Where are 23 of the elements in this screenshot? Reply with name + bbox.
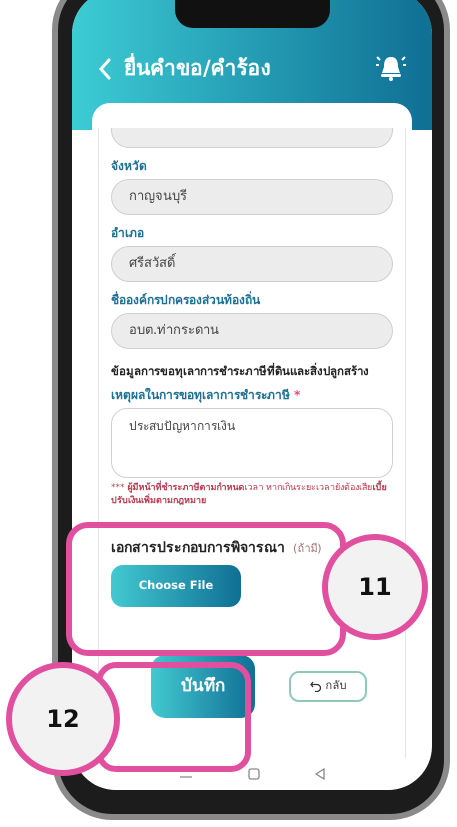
undo-arrow-icon [310, 681, 322, 692]
input-field[interactable]: กาญจนบุรี [111, 179, 393, 215]
back-button[interactable]: กลับ [289, 671, 367, 702]
input-field[interactable] [111, 128, 393, 148]
input-field[interactable]: อบต.ท่ากระดาน [111, 313, 393, 349]
back-nav-icon[interactable] [314, 768, 325, 780]
documents-label: เอกสารประกอบการพิจารณา [111, 539, 285, 558]
field-label: จังหวัด [111, 158, 148, 175]
choose-file-button[interactable]: Choose File [111, 565, 241, 607]
warning-note: *** ผู้มีหน้าที่ชำระภาษีตามกำหนดเวลา หากเกินระยะเวลายังต้องเสียเบี้ยปรับเงินเพิ่มตามกฎหมาย [111, 482, 393, 508]
field-label: เหตุผลในการขอทุเลาการชำระภาษี [111, 386, 290, 404]
field-label: ชื่อองค์กรปกครองส่วนท้องถิ่น [111, 291, 262, 309]
reason-textarea[interactable]: ประสบปัญหาการเงิน [111, 408, 393, 478]
required-mark: * [294, 387, 300, 404]
field-label: อำเภอ [111, 225, 145, 242]
home-nav-icon[interactable] [248, 768, 260, 780]
bell-icon[interactable] [376, 54, 406, 82]
page-title: ยื่นคำขอ/คำร้อง [124, 54, 271, 82]
optional-note: (ถ้ามี) [293, 541, 322, 557]
input-field[interactable]: ศรีสวัสดิ์ [111, 246, 393, 282]
back-chevron-icon[interactable] [98, 58, 112, 80]
section-heading: ข้อมูลการขอทุเลาการชำระภาษีที่ดินและสิ่งปลูกสร้าง [111, 362, 370, 380]
step-number-badge: 12 [6, 662, 120, 776]
